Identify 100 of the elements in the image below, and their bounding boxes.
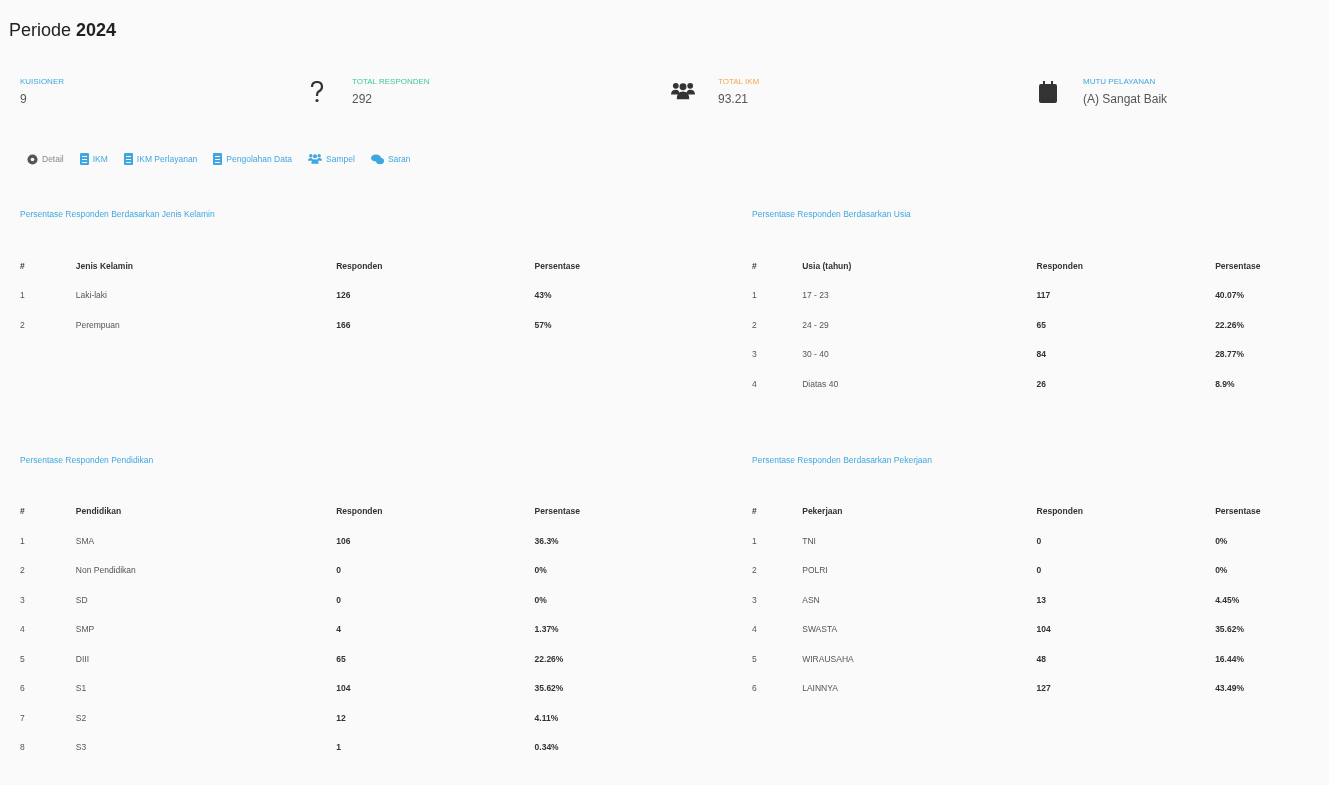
- question-icon: [310, 81, 324, 103]
- table-cell: LAINNYA: [802, 673, 1037, 703]
- table-cell: DIII: [75, 644, 337, 674]
- table-cell: 84: [1036, 339, 1216, 369]
- table-cell: 4: [752, 369, 803, 399]
- table-cell-text: 1.37%: [534, 623, 560, 637]
- table-title: Persentase Responden Berdasarkan Jenis Kelamin: [20, 209, 216, 219]
- stat-label: KUISIONER: [20, 77, 64, 86]
- table-cell: 1: [752, 280, 803, 310]
- table-cell: 4: [20, 614, 76, 644]
- table-cell: 5: [752, 644, 803, 674]
- table-cell: 2: [20, 555, 76, 585]
- table-cell: Perempuan: [75, 310, 337, 340]
- table-cell-text: 35.62%: [534, 682, 565, 696]
- nav-link[interactable]: Sampel: [308, 153, 355, 165]
- table-cell: 17 - 23: [802, 280, 1037, 310]
- table-cell-text: 0%: [1215, 564, 1229, 578]
- column-header: Persentase: [534, 259, 581, 273]
- table-cell: 104: [336, 673, 535, 703]
- table-cell: 30 - 40: [802, 339, 1037, 369]
- table-cell: 48: [1036, 644, 1216, 674]
- table-cell: Diatas 40: [802, 369, 1037, 399]
- nav-link[interactable]: Detail: [27, 153, 64, 165]
- column-header: Persentase: [1215, 259, 1262, 273]
- stat-value: 93.21: [718, 92, 750, 106]
- users-icon: [671, 81, 695, 101]
- table-cell-text: 36.3%: [534, 534, 560, 548]
- nav-link[interactable]: IKM Perlayanan: [123, 153, 198, 165]
- table-cell: 13: [1036, 585, 1216, 615]
- table-cell-text: 0%: [534, 593, 548, 607]
- table-cell-text: 0%: [1215, 534, 1229, 548]
- document-icon: [123, 153, 133, 165]
- stat-value: 9: [20, 92, 28, 106]
- table-cell: 1: [752, 526, 803, 556]
- nav-link[interactable]: IKM: [79, 153, 108, 165]
- table-cell: 5: [20, 644, 76, 674]
- table-cell: 117: [1036, 280, 1216, 310]
- table-title: Persentase Responden Pendidikan: [20, 454, 155, 465]
- table-cell: TNI: [802, 526, 1037, 556]
- table-cell: 6: [20, 673, 76, 703]
- column-header: Responden: [336, 496, 535, 526]
- table-cell: 1: [20, 280, 76, 310]
- column-header: Responden: [1036, 496, 1216, 526]
- table-cell: 0: [1036, 526, 1216, 556]
- table-cell: 8: [20, 732, 76, 762]
- chat-icon: [370, 153, 384, 165]
- table-cell-text: 4.11%: [534, 711, 560, 725]
- table-cell-text: 28.77%: [1215, 348, 1245, 362]
- table-title: Persentase Responden Berdasarkan Pekerjaan: [752, 454, 934, 465]
- table-cell: 1: [336, 732, 535, 762]
- table-cell: 7: [20, 703, 76, 733]
- table-cell: POLRI: [802, 555, 1037, 585]
- table-cell: Non Pendidikan: [75, 555, 337, 585]
- table-cell: 3: [752, 585, 803, 615]
- document-icon: [79, 153, 89, 165]
- table-cell: 4: [752, 614, 803, 644]
- table-cell: 126: [336, 280, 535, 310]
- column-header: #: [20, 496, 76, 526]
- table-cell: 65: [1036, 310, 1216, 340]
- table-title: Persentase Responden Berdasarkan Usia: [752, 209, 912, 219]
- document-icon: [213, 153, 223, 165]
- table-cell: S2: [75, 703, 337, 733]
- table-cell: SMA: [75, 526, 337, 556]
- table-cell: 0: [1036, 555, 1216, 585]
- table-cell: 106: [336, 526, 535, 556]
- table-cell: 1: [20, 526, 76, 556]
- table-cell: 166: [336, 310, 535, 340]
- table-cell: 3: [752, 339, 803, 369]
- column-header: Persentase: [534, 505, 581, 519]
- table-cell: 24 - 29: [802, 310, 1037, 340]
- table-cell: 2: [752, 555, 803, 585]
- nav-link[interactable]: Pengolahan Data: [213, 153, 293, 165]
- table-cell-text: 22.26%: [534, 652, 565, 666]
- table-cell-text: 43.49%: [1215, 682, 1245, 696]
- users-icon: [308, 153, 323, 165]
- table-cell: 2: [20, 310, 76, 340]
- table-cell-text: 0%: [534, 564, 548, 578]
- table-cell: 127: [1036, 673, 1216, 703]
- column-header: Responden: [1036, 251, 1216, 281]
- table-cell: 0: [336, 585, 535, 615]
- column-header: Usia (tahun): [802, 251, 1037, 281]
- column-header: #: [752, 496, 803, 526]
- table-cell: S3: [75, 732, 337, 762]
- table-cell-text: 22.26%: [1215, 318, 1245, 332]
- stat-value: (A) Sangat Baik: [1083, 92, 1168, 106]
- table-cell: 65: [336, 644, 535, 674]
- table-cell-text: 35.62%: [1215, 623, 1245, 637]
- stat-label: MUTU PELAYANAN: [1083, 77, 1157, 86]
- table-cell: 4: [336, 614, 535, 644]
- stat-value: 292: [352, 92, 374, 106]
- nav-link[interactable]: Saran: [370, 153, 411, 165]
- column-header: #: [752, 251, 803, 281]
- column-header: Persentase: [1215, 505, 1262, 519]
- table-cell: WIRAUSAHA: [802, 644, 1037, 674]
- table-cell-text: 0.34%: [534, 741, 560, 755]
- table-cell-text: 4.45%: [1215, 593, 1241, 607]
- table-cell-text: 16.44%: [1215, 652, 1245, 666]
- column-header: Responden: [336, 251, 535, 281]
- table-cell: 104: [1036, 614, 1216, 644]
- table-cell: 3: [20, 585, 76, 615]
